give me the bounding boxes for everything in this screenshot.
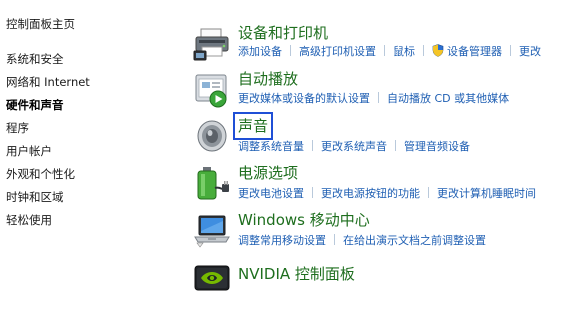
nvidia-icon[interactable] — [193, 259, 231, 297]
sidebar: 控制面板主页 系统和安全 网络和 Internet 硬件和声音 程序 用户帐户 … — [0, 0, 185, 333]
separator — [290, 45, 291, 56]
power-options-links: 更改电池设置 更改电源按钮的功能 更改计算机睡眠时间 — [238, 187, 536, 201]
link-device-manager[interactable]: 设备管理器 — [447, 45, 502, 58]
link-autoplay-cd[interactable]: 自动播放 CD 或其他媒体 — [387, 92, 509, 105]
separator — [312, 140, 313, 151]
category-title-devices-printers[interactable]: 设备和打印机 — [238, 24, 328, 42]
sidebar-item-system-security[interactable]: 系统和安全 — [6, 52, 64, 66]
link-presentation-settings[interactable]: 在给出演示文档之前调整设置 — [343, 234, 486, 247]
category-title-nvidia[interactable]: NVIDIA 控制面板 — [238, 265, 355, 283]
category-title-power-options[interactable]: 电源选项 — [238, 164, 298, 182]
link-change[interactable]: 更改 — [519, 45, 541, 58]
separator — [428, 187, 429, 198]
link-change-power-button[interactable]: 更改电源按钮的功能 — [321, 187, 420, 200]
sidebar-item-network[interactable]: 网络和 Internet — [6, 75, 90, 89]
link-mouse[interactable]: 鼠标 — [393, 45, 415, 58]
link-change-media-defaults[interactable]: 更改媒体或设备的默认设置 — [238, 92, 370, 105]
link-adjust-mobile-settings[interactable]: 调整常用移动设置 — [238, 234, 326, 247]
category-title-mobility-center[interactable]: Windows 移动中心 — [238, 211, 370, 229]
sidebar-item-hardware-sound[interactable]: 硬件和声音 — [6, 98, 64, 112]
link-advanced-printer-settings[interactable]: 高级打印机设置 — [299, 45, 376, 58]
link-change-system-sounds[interactable]: 更改系统声音 — [321, 140, 387, 153]
separator — [423, 45, 424, 56]
category-title-sound[interactable]: 声音 — [232, 112, 274, 140]
link-change-battery-settings[interactable]: 更改电池设置 — [238, 187, 304, 200]
separator — [378, 92, 379, 103]
sidebar-item-user-accounts[interactable]: 用户帐户 — [6, 144, 52, 158]
link-add-device[interactable]: 添加设备 — [238, 45, 282, 58]
devices-printers-links: 添加设备 高级打印机设置 鼠标 设备管理器 更改 — [238, 44, 541, 58]
sidebar-item-ease-of-access[interactable]: 轻松使用 — [6, 213, 52, 227]
sidebar-item-appearance[interactable]: 外观和个性化 — [6, 167, 75, 181]
sidebar-item-clock-region[interactable]: 时钟和区域 — [6, 190, 64, 204]
autoplay-icon[interactable] — [193, 71, 231, 109]
autoplay-links: 更改媒体或设备的默认设置 自动播放 CD 或其他媒体 — [238, 92, 509, 106]
mobility-center-links: 调整常用移动设置 在给出演示文档之前调整设置 — [238, 234, 486, 248]
link-manage-audio-devices[interactable]: 管理音频设备 — [404, 140, 470, 153]
sound-links: 调整系统音量 更改系统声音 管理音频设备 — [238, 140, 470, 154]
sidebar-item-programs[interactable]: 程序 — [6, 121, 29, 135]
separator — [312, 187, 313, 198]
battery-icon[interactable] — [193, 164, 231, 202]
link-adjust-volume[interactable]: 调整系统音量 — [238, 140, 304, 153]
laptop-icon[interactable] — [193, 211, 231, 249]
separator — [395, 140, 396, 151]
separator — [510, 45, 511, 56]
category-title-autoplay[interactable]: 自动播放 — [238, 70, 298, 88]
printer-icon[interactable] — [193, 25, 231, 63]
separator — [334, 234, 335, 245]
link-change-sleep-time[interactable]: 更改计算机睡眠时间 — [437, 187, 536, 200]
speaker-icon[interactable] — [193, 117, 231, 155]
sidebar-home-link[interactable]: 控制面板主页 — [6, 17, 75, 31]
uac-shield-icon — [432, 44, 444, 61]
separator — [384, 45, 385, 56]
